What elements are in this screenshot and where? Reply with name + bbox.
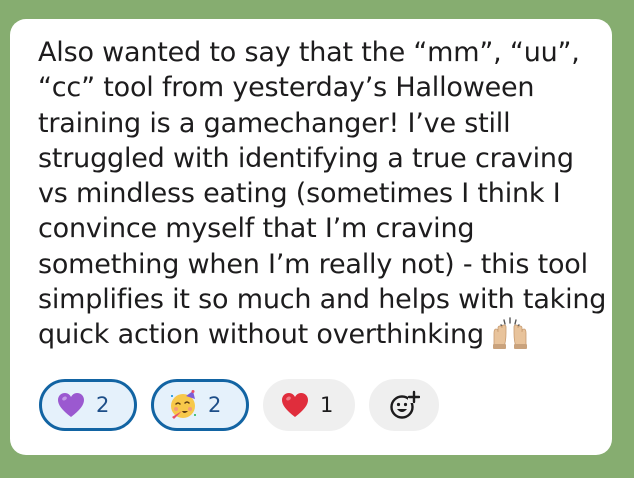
- reactions-bar: 2 2 1: [39, 379, 439, 431]
- reaction-count: 1: [320, 393, 334, 417]
- message-text: Also wanted to say that the “mm”, “uu”, …: [38, 35, 608, 353]
- reaction-purple-heart[interactable]: 2: [39, 379, 137, 431]
- raising-hands-emoji: [492, 317, 527, 350]
- message-line-last: quick action without overthinking: [38, 317, 608, 352]
- reaction-count: 2: [208, 393, 222, 417]
- partying-face-emoji: [171, 390, 196, 419]
- reaction-count: 2: [96, 393, 110, 417]
- message-line-text: quick action without overthinking: [38, 319, 484, 351]
- add-reaction-button[interactable]: [369, 379, 439, 431]
- reaction-partying-face[interactable]: 2: [151, 379, 249, 431]
- add-reaction-icon: [390, 390, 420, 419]
- message-card: Also wanted to say that the “mm”, “uu”, …: [10, 19, 612, 455]
- message-line: “cc” tool from yesterday’s Halloween: [38, 72, 535, 104]
- message-line: vs mindless eating (sometimes I think I: [38, 178, 561, 210]
- message-line: Also wanted to say that the “mm”, “uu”,: [38, 37, 580, 68]
- reaction-red-heart[interactable]: 1: [263, 379, 355, 431]
- message-line: training is a gamechanger! I’ve still: [38, 107, 511, 139]
- message-line: something when I’m really not) - this to…: [38, 248, 588, 280]
- red-heart-emoji: [282, 393, 308, 417]
- message-line: simplifies it so much and helps with tak…: [38, 284, 607, 316]
- message-line: convince myself that I’m craving: [38, 213, 475, 245]
- purple-heart-emoji: [58, 393, 84, 417]
- message-line: struggled with identifying a true cravin…: [38, 142, 574, 174]
